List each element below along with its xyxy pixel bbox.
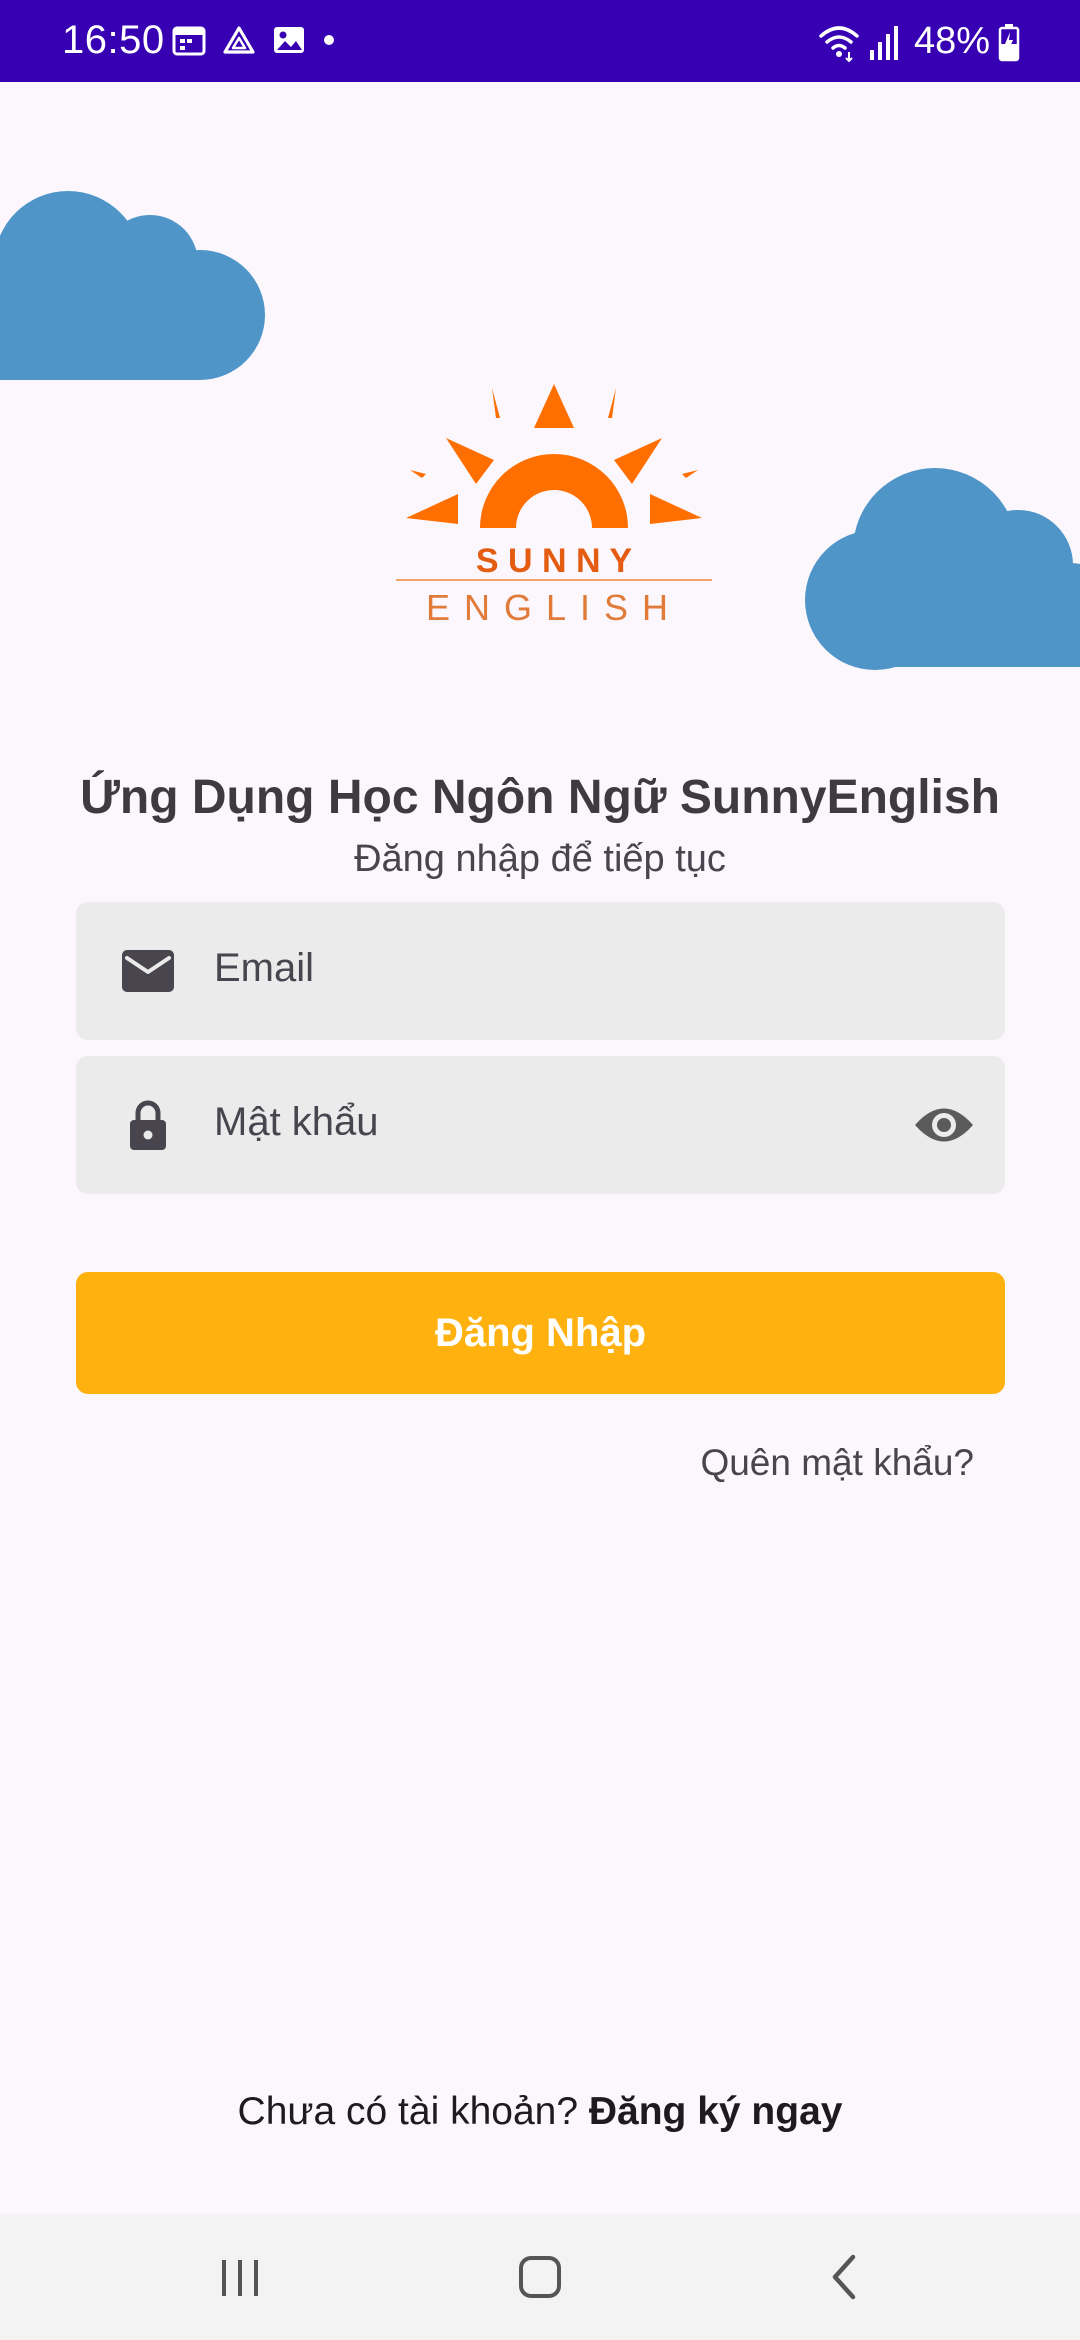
battery-charging-icon (998, 23, 1020, 61)
email-field[interactable]: Email (76, 902, 1005, 1040)
status-time: 16:50 (62, 18, 165, 62)
home-icon[interactable] (510, 2252, 570, 2302)
forgot-password-link[interactable]: Quên mật khẩu? (700, 1442, 974, 1484)
lock-icon (130, 1100, 166, 1150)
signup-link[interactable]: Đăng ký ngay (589, 2090, 843, 2133)
gallery-icon (274, 27, 304, 53)
drive-icon (223, 26, 255, 54)
status-notification-icons (172, 24, 336, 56)
password-field[interactable]: Mật khẩu (76, 1056, 1005, 1194)
back-icon[interactable] (815, 2252, 875, 2302)
login-button[interactable]: Đăng Nhập (76, 1272, 1005, 1394)
recents-icon[interactable] (210, 2252, 270, 2302)
email-placeholder: Email (214, 946, 315, 990)
app-subtitle: Đăng nhập để tiếp tục (354, 838, 726, 880)
eye-icon[interactable] (913, 1100, 975, 1150)
wifi-icon (819, 25, 859, 62)
signup-prompt-text: Chưa có tài khoản? (237, 2090, 589, 2133)
app-title: Ứng Dụng Học Ngôn Ngữ SunnyEnglish (80, 771, 1000, 824)
status-bar: 16:50 48% (0, 0, 1080, 82)
navigation-bar (0, 2214, 1080, 2340)
cloud-left-decoration (0, 191, 265, 380)
password-placeholder: Mật khẩu (214, 1100, 379, 1144)
battery-percentage: 48% (913, 20, 990, 62)
email-icon (122, 950, 174, 992)
dot-icon (324, 35, 334, 45)
logo-english-text: ENGLISH (426, 587, 682, 628)
sunny-english-logo: S U N N Y ENGLISH (396, 384, 712, 628)
calendar-icon (172, 26, 206, 56)
status-system-icons: 48% (818, 20, 1020, 63)
cloud-right-decoration (805, 468, 1080, 670)
signup-prompt: Chưa có tài khoản? Đăng ký ngay (0, 2090, 1080, 2134)
logo-sunny-text: S U N N Y (476, 542, 633, 580)
signal-icon (869, 25, 898, 60)
